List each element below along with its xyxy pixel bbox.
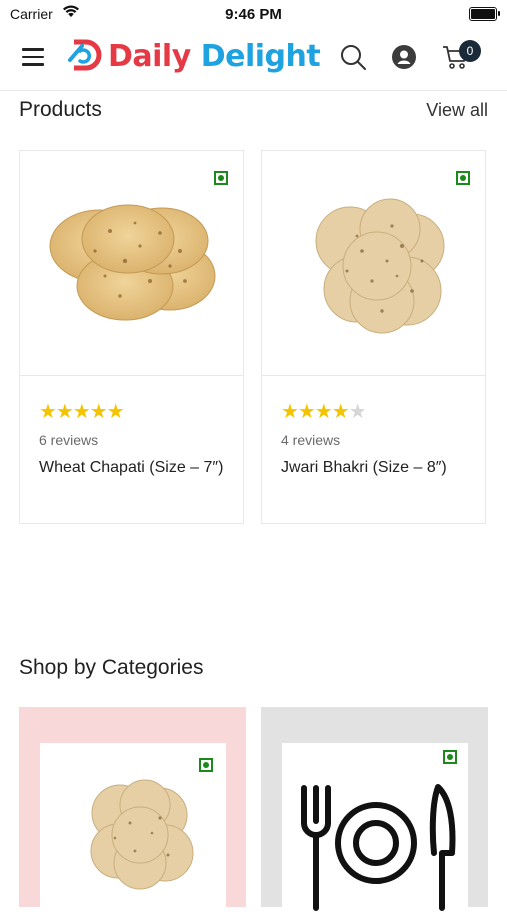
category-card-meals[interactable]	[261, 707, 488, 913]
battery-icon	[469, 7, 500, 21]
review-count: 4 reviews	[281, 432, 341, 448]
categories-section-title: Shop by Categories	[19, 656, 204, 679]
product-image[interactable]	[20, 151, 243, 376]
category-image[interactable]	[40, 743, 226, 913]
rating-stars: ★★★★★	[281, 401, 367, 423]
status-bar: Carrier 9:46 PM	[0, 0, 507, 28]
category-card-bhakri[interactable]	[19, 707, 246, 913]
view-all-link[interactable]: View all	[426, 100, 488, 121]
logo-icon	[68, 38, 104, 77]
veg-icon	[443, 750, 457, 764]
bhakri-image	[315, 198, 445, 334]
chapati-image	[49, 204, 216, 321]
brand-name[interactable]: Daily Delight	[108, 39, 321, 74]
account-icon[interactable]	[392, 45, 416, 69]
search-icon[interactable]	[340, 44, 367, 76]
rating-stars: ★★★★★	[39, 401, 125, 423]
veg-icon	[199, 758, 213, 772]
product-card-jwari-bhakri[interactable]: ★★★★★ 4 reviews Jwari Bhakri (Size – 8″)	[261, 150, 486, 524]
review-count: 6 reviews	[39, 432, 99, 448]
clock: 9:46 PM	[225, 6, 282, 23]
brand-word-daily: Daily	[108, 39, 191, 74]
product-name[interactable]: Jwari Bhakri (Size – 8″)	[281, 456, 471, 480]
product-card-wheat-chapati[interactable]: ★★★★★ 6 reviews Wheat Chapati (Size – 7″…	[19, 150, 244, 524]
veg-icon	[214, 171, 228, 185]
brand-word-delight: Delight	[200, 39, 321, 74]
cart-count-badge[interactable]: 0	[459, 40, 481, 62]
app-header: Daily Delight 0	[0, 28, 507, 91]
cutlery-plate-icon	[301, 784, 456, 911]
veg-icon	[456, 171, 470, 185]
products-section-title: Products	[19, 98, 102, 121]
category-image[interactable]	[282, 743, 468, 913]
product-name[interactable]: Wheat Chapati (Size – 7″)	[39, 456, 229, 480]
product-image[interactable]	[262, 151, 485, 376]
menu-icon[interactable]	[22, 48, 44, 66]
